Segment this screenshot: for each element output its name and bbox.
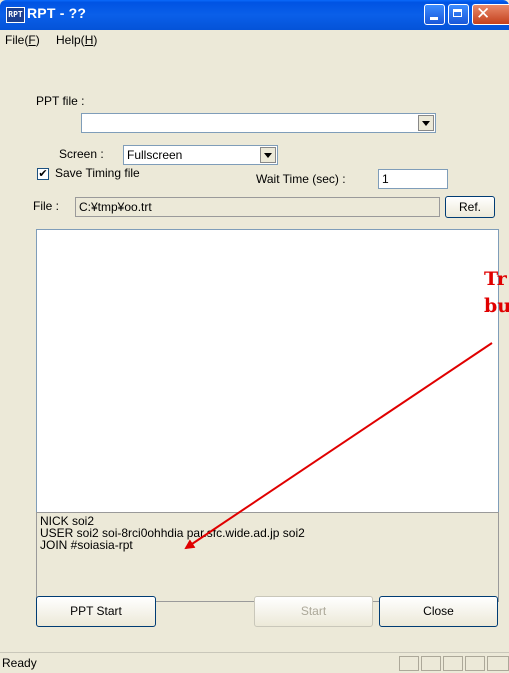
annotation-arrow bbox=[184, 342, 493, 550]
arrow-line bbox=[184, 342, 493, 550]
